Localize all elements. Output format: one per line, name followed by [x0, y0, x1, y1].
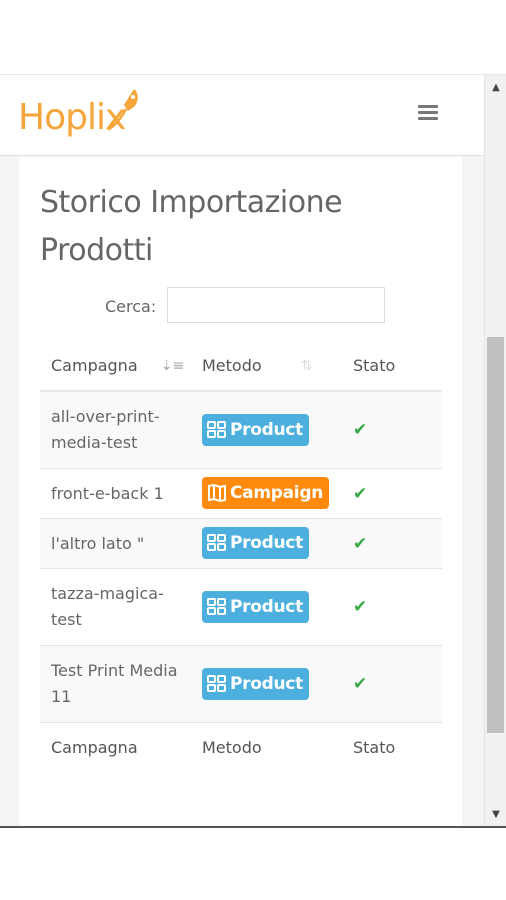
method-badge: Product [202, 667, 309, 700]
campaign-name: Test Print Media 11 [51, 661, 178, 706]
page-title: Storico Importazione Prodotti [40, 185, 343, 268]
cell-campagna: tazza-magica-test [40, 568, 191, 646]
footer-stato: Stato [342, 722, 442, 771]
method-label: Product [230, 419, 303, 440]
sort-both-icon[interactable]: ⇅ [301, 358, 313, 374]
search-row: Cerca: [19, 287, 462, 327]
hamburger-icon[interactable] [418, 105, 438, 123]
cell-metodo: Campaign [191, 468, 342, 519]
column-header-campagna[interactable]: Campagna ⇣≡ [40, 340, 191, 392]
grid-icon [207, 420, 226, 438]
scrollbar[interactable]: ▲ ▼ [484, 75, 506, 826]
cell-metodo: Product [191, 391, 342, 469]
rocket-icon [108, 89, 138, 131]
check-icon: ✔ [353, 420, 368, 440]
footer-campagna: Campagna [40, 722, 191, 771]
scroll-down-arrow-icon[interactable]: ▼ [485, 806, 506, 824]
method-badge: Product [202, 527, 309, 559]
footer-row: Campagna Metodo Stato [40, 722, 442, 771]
column-header-stato[interactable]: Stato [342, 340, 442, 392]
search-input[interactable] [167, 287, 385, 323]
content-panel: Storico Importazione Prodotti Cerca: Cam… [19, 157, 462, 826]
table-row[interactable]: front-e-back 1 Campaign ✔ [40, 468, 442, 519]
footer-metodo: Metodo [191, 722, 342, 771]
check-icon: ✔ [353, 674, 368, 694]
campaign-name: l'altro lato " [51, 533, 145, 553]
cell-campagna: all-over-print-media-test [40, 391, 191, 469]
cell-metodo: Product [191, 568, 342, 646]
cell-campagna: front-e-back 1 [40, 468, 191, 519]
check-icon: ✔ [353, 483, 368, 504]
column-header-metodo[interactable]: Metodo ⇅ [191, 340, 342, 392]
column-label: Stato [353, 355, 396, 375]
cell-campagna: l'altro lato " [40, 518, 191, 569]
table-row[interactable]: all-over-print-media-test Product ✔ [40, 391, 442, 469]
campaign-name: all-over-print-media-test [51, 407, 160, 452]
cell-stato: ✔ [342, 468, 442, 519]
table-row[interactable]: l'altro lato " Product ✔ [40, 518, 442, 569]
grid-icon [207, 674, 226, 692]
cell-stato: ✔ [342, 568, 442, 646]
method-badge: Campaign [202, 477, 330, 509]
cell-metodo: Product [191, 518, 342, 569]
grid-icon [207, 597, 226, 615]
cell-stato: ✔ [342, 518, 442, 569]
method-badge: Product [202, 413, 309, 446]
cell-stato: ✔ [342, 645, 442, 723]
cell-campagna: Test Print Media 11 [40, 645, 191, 723]
scroll-up-arrow-icon[interactable]: ▲ [485, 79, 506, 97]
grid-icon [207, 534, 226, 551]
table-row[interactable]: Test Print Media 11 Product ✔ [40, 645, 442, 723]
column-label: Campagna [51, 355, 138, 375]
cell-metodo: Product [191, 645, 342, 723]
method-label: Campaign [230, 483, 324, 503]
header-row: Campagna ⇣≡ Metodo ⇅ Stato [40, 340, 442, 392]
campaign-name: front-e-back 1 [51, 483, 164, 503]
check-icon: ✔ [353, 597, 368, 617]
navbar: Hoplix [0, 75, 484, 156]
cell-stato: ✔ [342, 391, 442, 469]
sort-desc-icon[interactable]: ⇣≡ [161, 358, 184, 374]
campaign-name: tazza-magica-test [51, 584, 164, 629]
map-icon [208, 484, 226, 502]
column-label: Metodo [202, 355, 262, 375]
import-history-table: Campagna ⇣≡ Metodo ⇅ Stato all-over-prin… [40, 340, 442, 771]
method-label: Product [230, 533, 303, 553]
method-label: Product [230, 673, 303, 694]
table-row[interactable]: tazza-magica-test Product ✔ [40, 568, 442, 646]
search-label: Cerca: [105, 297, 157, 316]
scrollbar-thumb[interactable] [487, 337, 504, 733]
method-badge: Product [202, 590, 309, 623]
check-icon: ✔ [353, 533, 368, 554]
method-label: Product [230, 596, 303, 617]
browser-viewport: Hoplix Storico Importazione Prodotti Cer… [0, 74, 506, 828]
